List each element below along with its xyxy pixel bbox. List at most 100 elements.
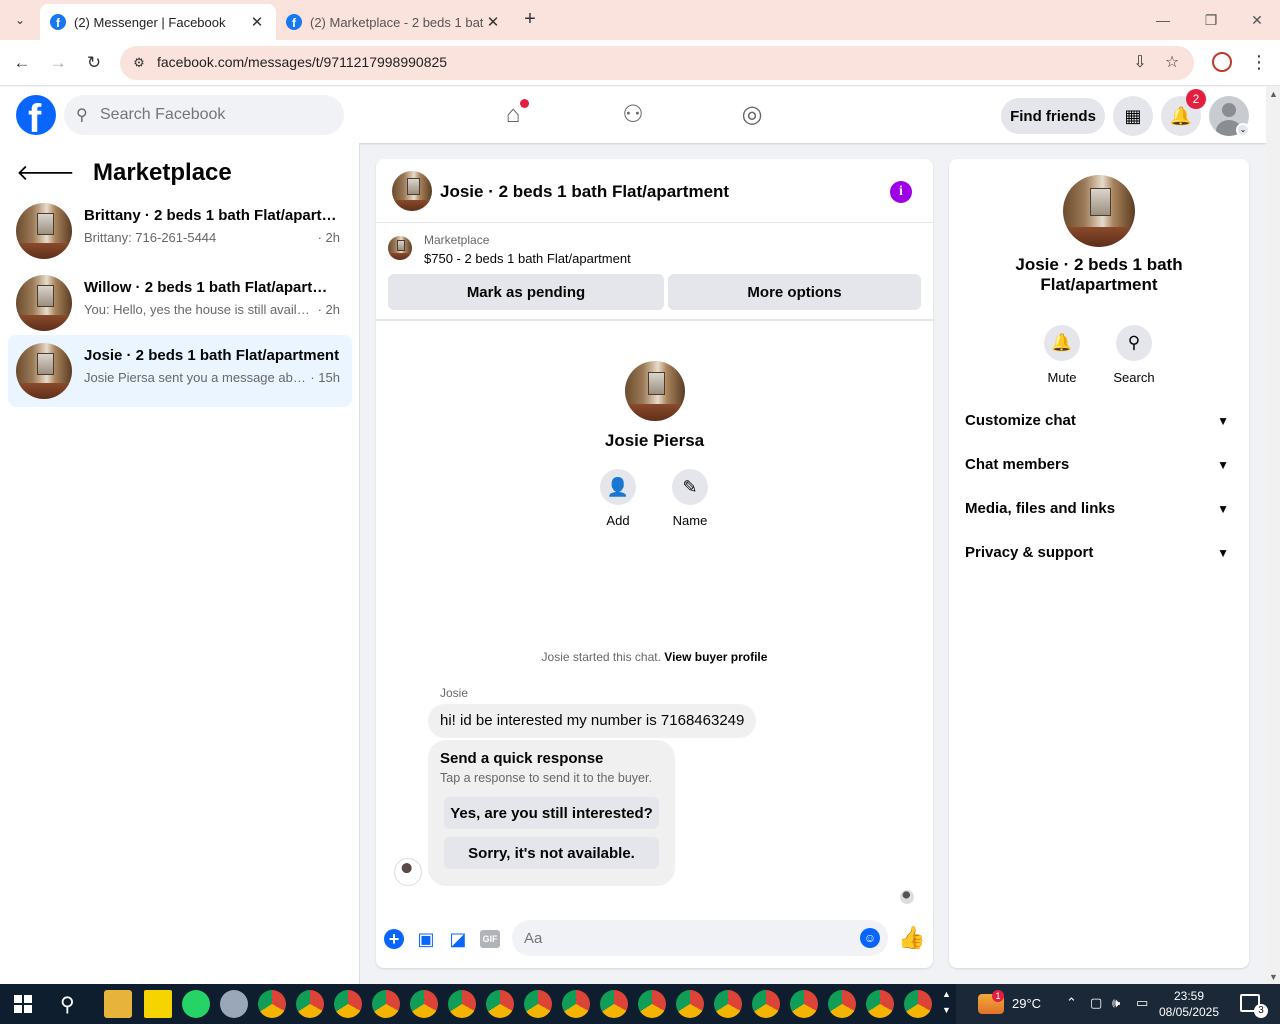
emoji-icon[interactable]: ☺ xyxy=(860,928,880,948)
search-icon[interactable]: ⚲ xyxy=(60,992,75,1017)
meet-icon[interactable]: ▢ xyxy=(1090,995,1102,1011)
facebook-logo-icon[interactable]: f xyxy=(16,95,56,135)
chevron-down-icon[interactable]: ⌄ xyxy=(1236,123,1250,137)
chrome-icon[interactable] xyxy=(714,990,742,1018)
sticker-icon[interactable]: ◪ xyxy=(446,927,470,951)
more-options-button[interactable]: More options xyxy=(668,274,921,310)
section-label: Chat members xyxy=(965,456,1070,473)
menu-grid-icon[interactable]: ▦ xyxy=(1113,96,1153,136)
sticky-notes-icon[interactable] xyxy=(144,990,172,1018)
section-privacy-support[interactable]: Privacy & support ▼ xyxy=(965,541,1233,565)
edit-name-action[interactable]: ✎ Name xyxy=(660,469,720,528)
conversation-item-willow[interactable]: Willow · 2 beds 1 bath Flat/apartment Yo… xyxy=(8,267,352,339)
page-scrollbar[interactable]: ▲ ▼ xyxy=(1266,87,1280,984)
quick-reply-not-available-button[interactable]: Sorry, it's not available. xyxy=(444,837,659,869)
quick-reply-still-interested-button[interactable]: Yes, are you still interested? xyxy=(444,797,659,829)
section-chat-members[interactable]: Chat members ▼ xyxy=(965,453,1233,477)
chrome-icon[interactable] xyxy=(296,990,324,1018)
conversation-name: Willow · 2 beds 1 bath Flat/apartment xyxy=(84,279,340,296)
chrome-icon[interactable] xyxy=(752,990,780,1018)
chrome-icon[interactable] xyxy=(486,990,514,1018)
system-clock[interactable]: 23:59 08/05/2025 xyxy=(1152,988,1226,1020)
volume-icon[interactable]: 🕪 xyxy=(1112,995,1120,1011)
search-box[interactable]: ⚲ xyxy=(64,95,344,135)
scroll-up-icon[interactable]: ▲ xyxy=(1269,89,1278,99)
gif-icon[interactable]: GIF xyxy=(480,930,500,948)
chrome-icon[interactable] xyxy=(372,990,400,1018)
tab-marketplace[interactable]: f (2) Marketplace - 2 beds 1 bath ✕ xyxy=(276,4,512,40)
conversation-item-josie[interactable]: Josie · 2 beds 1 bath Flat/apartment Jos… xyxy=(8,335,352,407)
mark-as-pending-button[interactable]: Mark as pending xyxy=(388,274,664,310)
chrome-icon[interactable] xyxy=(334,990,362,1018)
close-tab-icon[interactable]: ✕ xyxy=(248,13,266,31)
sender-avatar[interactable] xyxy=(394,858,422,886)
close-tab-icon[interactable]: ✕ xyxy=(484,13,502,31)
taskbar-overflow-icon[interactable]: ▲ ▼ xyxy=(942,986,951,1018)
network-icon[interactable]: ▭ xyxy=(1136,995,1148,1011)
restore-button[interactable]: ❐ xyxy=(1188,8,1234,32)
mute-action[interactable]: 🔔 Mute xyxy=(1032,325,1092,385)
chrome-icon[interactable] xyxy=(790,990,818,1018)
chevron-down-icon: ▼ xyxy=(1217,546,1229,560)
section-customize-chat[interactable]: Customize chat ▼ xyxy=(965,409,1233,433)
chrome-icon[interactable] xyxy=(866,990,894,1018)
install-app-icon[interactable]: ⇩ xyxy=(1130,53,1150,73)
address-bar[interactable]: ⚙ facebook.com/messages/t/97112179989908… xyxy=(120,46,1194,80)
chrome-icon[interactable] xyxy=(410,990,438,1018)
conversation-item-brittany[interactable]: Brittany · 2 beds 1 bath Flat/apartment … xyxy=(8,195,352,267)
section-label: Privacy & support xyxy=(965,544,1094,561)
friends-icon[interactable]: ⚇ xyxy=(617,99,649,131)
message-bubble[interactable]: hi! id be interested my number is 716846… xyxy=(428,704,757,738)
chevron-up-icon[interactable]: ⌃ xyxy=(1066,995,1077,1011)
site-settings-icon[interactable]: ⚙ xyxy=(130,54,148,72)
minimize-button[interactable]: — xyxy=(1140,8,1186,32)
browser-profile-icon[interactable] xyxy=(1212,52,1232,72)
groups-icon[interactable]: ◎ xyxy=(736,99,768,131)
search-input[interactable] xyxy=(100,95,330,135)
chrome-icon[interactable] xyxy=(524,990,552,1018)
listing-thumbnail xyxy=(16,203,72,259)
chrome-icon[interactable] xyxy=(600,990,628,1018)
close-window-button[interactable]: ✕ xyxy=(1234,8,1280,32)
listing-thumbnail[interactable] xyxy=(388,236,412,260)
windows-start-icon[interactable] xyxy=(14,995,32,1013)
plus-icon[interactable]: + xyxy=(384,929,404,949)
buyer-avatar[interactable] xyxy=(625,361,685,421)
file-explorer-icon[interactable] xyxy=(104,990,132,1018)
thumbs-up-icon[interactable]: 👍 xyxy=(898,925,925,951)
chat-avatar[interactable] xyxy=(392,171,432,211)
info-icon[interactable]: i xyxy=(890,181,912,203)
chrome-icon[interactable] xyxy=(828,990,856,1018)
chrome-icon[interactable] xyxy=(562,990,590,1018)
chat-header: Josie · 2 beds 1 bath Flat/apartment i xyxy=(376,159,933,223)
chat-title[interactable]: Josie · 2 beds 1 bath Flat/apartment xyxy=(440,182,729,202)
search-action[interactable]: ⚲ Search xyxy=(1104,325,1164,385)
find-friends-button[interactable]: Find friends xyxy=(1001,98,1105,134)
message-input[interactable] xyxy=(512,920,888,956)
browser-menu-icon[interactable]: ⋮ xyxy=(1250,50,1268,74)
add-contact-action[interactable]: 👤 Add xyxy=(588,469,648,528)
paint-icon[interactable] xyxy=(220,990,248,1018)
chrome-icon[interactable] xyxy=(904,990,932,1018)
view-buyer-profile-link[interactable]: View buyer profile xyxy=(664,650,767,664)
photo-icon[interactable]: ▣ xyxy=(414,927,438,951)
listing-price[interactable]: $750 - 2 beds 1 bath Flat/apartment xyxy=(424,251,631,266)
chevron-down-icon: ▼ xyxy=(1217,458,1229,472)
tab-messenger[interactable]: f (2) Messenger | Facebook ✕ xyxy=(40,4,276,40)
chrome-icon[interactable] xyxy=(258,990,286,1018)
scroll-down-icon[interactable]: ▼ xyxy=(1269,972,1278,982)
back-arrow-icon[interactable]: 🡐 xyxy=(16,160,75,186)
details-avatar[interactable] xyxy=(1063,175,1135,247)
section-media-files-links[interactable]: Media, files and links ▼ xyxy=(965,497,1233,521)
new-tab-button[interactable]: + xyxy=(518,8,542,32)
temperature-text[interactable]: 29°C xyxy=(1012,996,1041,1011)
bookmark-star-icon[interactable]: ☆ xyxy=(1162,53,1182,73)
chrome-icon[interactable] xyxy=(676,990,704,1018)
back-arrow-icon[interactable]: ← xyxy=(10,51,34,75)
chrome-icon[interactable] xyxy=(638,990,666,1018)
whatsapp-icon[interactable] xyxy=(182,990,210,1018)
forward-arrow-icon[interactable]: → xyxy=(46,51,70,75)
reload-icon[interactable]: ↻ xyxy=(82,51,106,75)
chrome-icon[interactable] xyxy=(448,990,476,1018)
tab-search-dropdown[interactable]: ⌄ xyxy=(8,8,32,32)
